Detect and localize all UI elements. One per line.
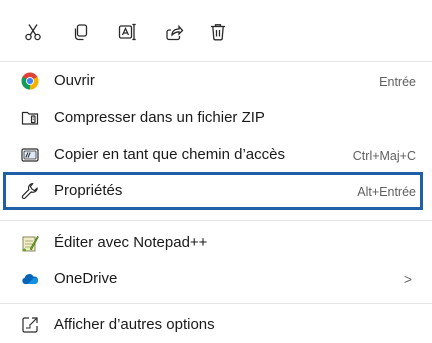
menu-item-shortcut: Ctrl+Maj+C [352, 149, 416, 163]
menu-item-label: Afficher d’autres options [54, 316, 215, 333]
menu-item-label: Ouvrir [54, 72, 95, 89]
menu-item-compress-zip[interactable]: Compresser dans un fichier ZIP [8, 101, 424, 135]
share-icon [164, 22, 184, 42]
menu-item-label: OneDrive [54, 270, 118, 287]
menu-item-label: Copier en tant que chemin d’accès [54, 146, 285, 163]
cut-icon [23, 22, 43, 42]
menu-item-label: Éditer avec Notepad++ [54, 234, 208, 251]
notepad-plus-plus-icon [21, 234, 39, 252]
menu-item-edit-notepad-plus-plus[interactable]: Éditer avec Notepad++ [8, 226, 424, 260]
menu-item-onedrive[interactable]: OneDrive > [8, 262, 424, 296]
rename-button[interactable] [116, 21, 138, 43]
rename-icon [117, 22, 137, 42]
chrome-icon [21, 72, 39, 90]
more-options-icon [21, 316, 39, 334]
menu-item-copy-as-path[interactable]: Copier en tant que chemin d’accès Ctrl+M… [8, 138, 424, 172]
zip-folder-icon [21, 109, 39, 127]
wrench-icon [21, 182, 39, 200]
share-button[interactable] [163, 21, 185, 43]
menu-item-shortcut: Entrée [379, 75, 416, 89]
copy-button[interactable] [70, 21, 92, 43]
onedrive-icon [21, 270, 39, 288]
menu-item-open[interactable]: Ouvrir Entrée [8, 64, 424, 98]
delete-button[interactable] [207, 21, 229, 43]
menu-item-label: Propriétés [54, 182, 123, 199]
delete-icon [208, 22, 228, 42]
separator [0, 303, 432, 304]
menu-item-show-more-options[interactable]: Afficher d’autres options [8, 308, 424, 342]
separator [0, 61, 432, 62]
copy-path-icon [21, 146, 39, 164]
menu-item-label: Compresser dans un fichier ZIP [54, 109, 265, 126]
context-menu: Ouvrir Entrée Compresser dans un fichier… [0, 0, 432, 343]
chevron-right-icon: > [403, 271, 412, 287]
menu-item-properties[interactable]: Propriétés Alt+Entrée [8, 174, 424, 208]
context-menu-toolbar [0, 0, 432, 60]
menu-item-shortcut: Alt+Entrée [357, 185, 416, 199]
separator [0, 220, 432, 221]
cut-button[interactable] [22, 21, 44, 43]
copy-icon [71, 22, 91, 42]
